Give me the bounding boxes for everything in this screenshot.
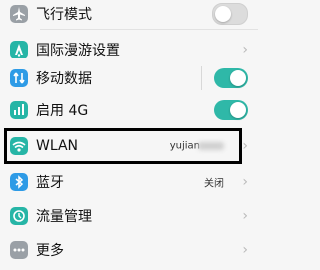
bluetooth-label: 蓝牙 — [36, 175, 64, 191]
separator — [201, 66, 202, 90]
redacted-text — [198, 142, 224, 150]
chevron-right-icon: › — [242, 138, 248, 154]
bluetooth-status: 关闭 — [204, 178, 224, 190]
roaming-label: 国际漫游设置 — [36, 43, 120, 59]
bluetooth-icon — [10, 173, 28, 191]
settings-row-4g[interactable]: 启用 4G — [0, 90, 258, 130]
chevron-right-icon: › — [242, 208, 248, 224]
airplane-label: 飞行模式 — [36, 7, 92, 23]
4g-icon — [10, 101, 28, 119]
chevron-right-icon: › — [242, 242, 248, 258]
chevron-right-icon: › — [242, 174, 248, 190]
chevron-right-icon: › — [242, 42, 248, 58]
roaming-icon — [10, 41, 28, 59]
4g-label: 启用 4G — [36, 103, 89, 119]
settings-row-wlan[interactable]: WLAN yujian › — [0, 126, 258, 166]
airplane-toggle[interactable] — [212, 3, 248, 25]
mobile-data-label: 移动数据 — [36, 71, 92, 87]
mobile-data-icon — [10, 69, 28, 87]
settings-row-more[interactable]: 更多 › — [0, 230, 258, 270]
wlan-network-name: yujian — [169, 140, 200, 152]
more-icon — [10, 241, 28, 259]
wlan-label: WLAN — [36, 138, 79, 154]
settings-row-airplane[interactable]: 飞行模式 — [0, 0, 258, 30]
airplane-icon — [10, 5, 28, 23]
traffic-label: 流量管理 — [36, 209, 92, 225]
mobile-data-toggle[interactable] — [214, 68, 248, 88]
more-label: 更多 — [36, 243, 64, 259]
traffic-icon — [10, 207, 28, 225]
wifi-icon — [10, 137, 28, 155]
4g-toggle[interactable] — [214, 100, 248, 120]
